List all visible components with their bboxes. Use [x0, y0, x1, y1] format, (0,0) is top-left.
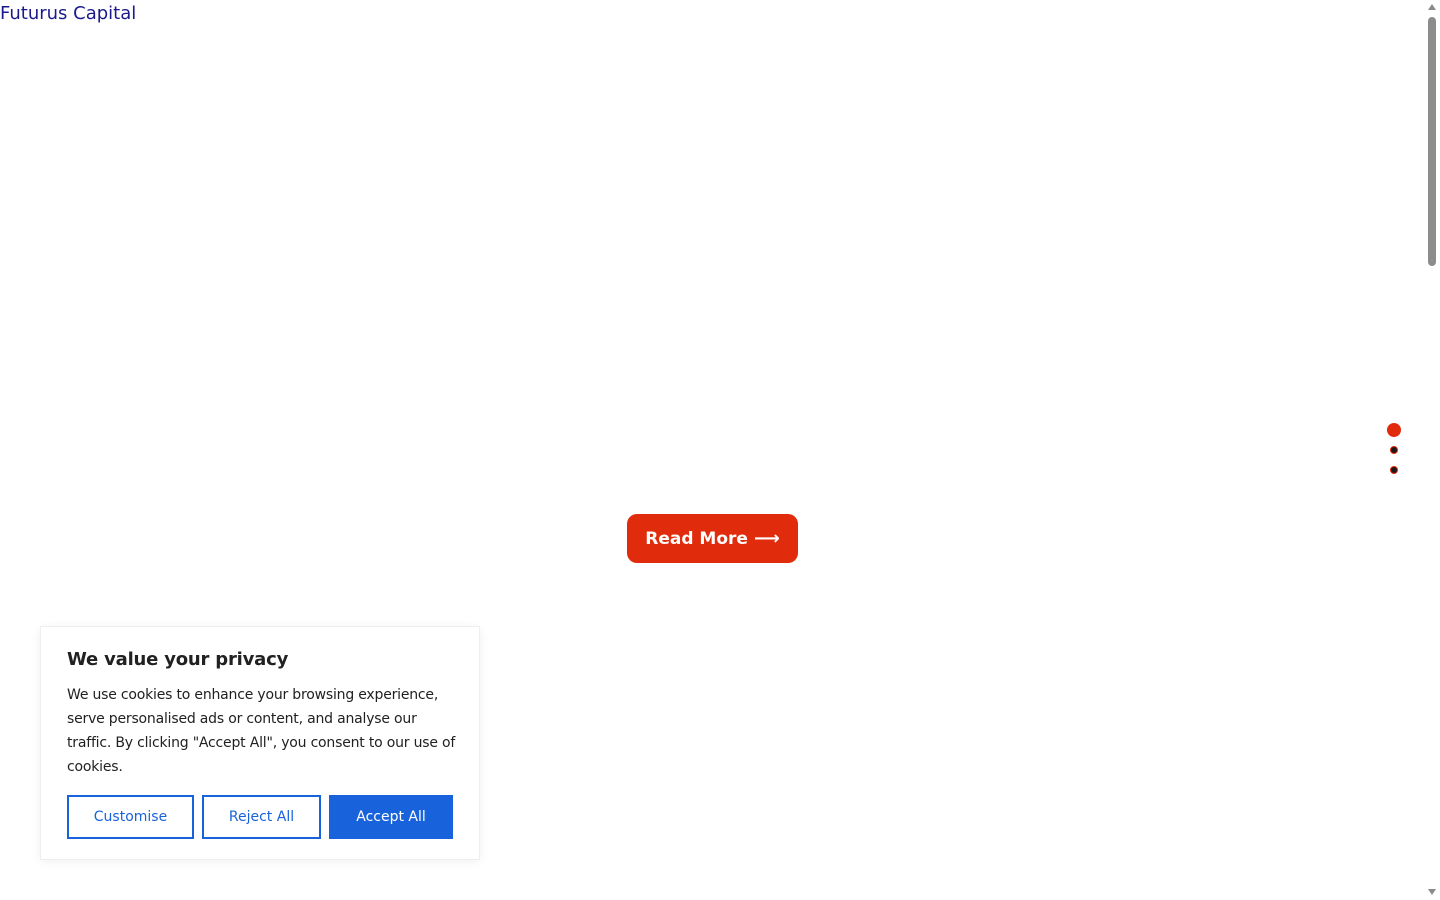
slide-dot-2[interactable] — [1390, 446, 1398, 454]
slide-dot-3[interactable] — [1390, 466, 1398, 474]
accept-all-button[interactable]: Accept All — [329, 795, 453, 839]
slide-dot-1[interactable] — [1387, 423, 1401, 437]
scrollbar-thumb[interactable] — [1428, 17, 1436, 266]
cookie-consent-banner: We value your privacy We use cookies to … — [40, 626, 480, 860]
customise-button[interactable]: Customise — [67, 795, 194, 839]
scroll-down-icon[interactable] — [1428, 889, 1436, 895]
reject-all-button[interactable]: Reject All — [202, 795, 321, 839]
cookie-title: We value your privacy — [67, 649, 289, 670]
cookie-actions: Customise Reject All Accept All — [67, 795, 453, 839]
brand-link[interactable]: Futurus Capital — [0, 3, 136, 24]
cookie-description: We use cookies to enhance your browsing … — [67, 687, 456, 775]
slider-pagination — [1384, 420, 1404, 480]
page-scrollbar[interactable] — [1425, 0, 1440, 900]
scroll-up-icon[interactable] — [1428, 4, 1436, 10]
read-more-label: Read More — [645, 528, 748, 549]
read-more-button[interactable]: Read More ⟶ — [627, 514, 798, 563]
arrow-right-icon: ⟶ — [753, 527, 780, 549]
